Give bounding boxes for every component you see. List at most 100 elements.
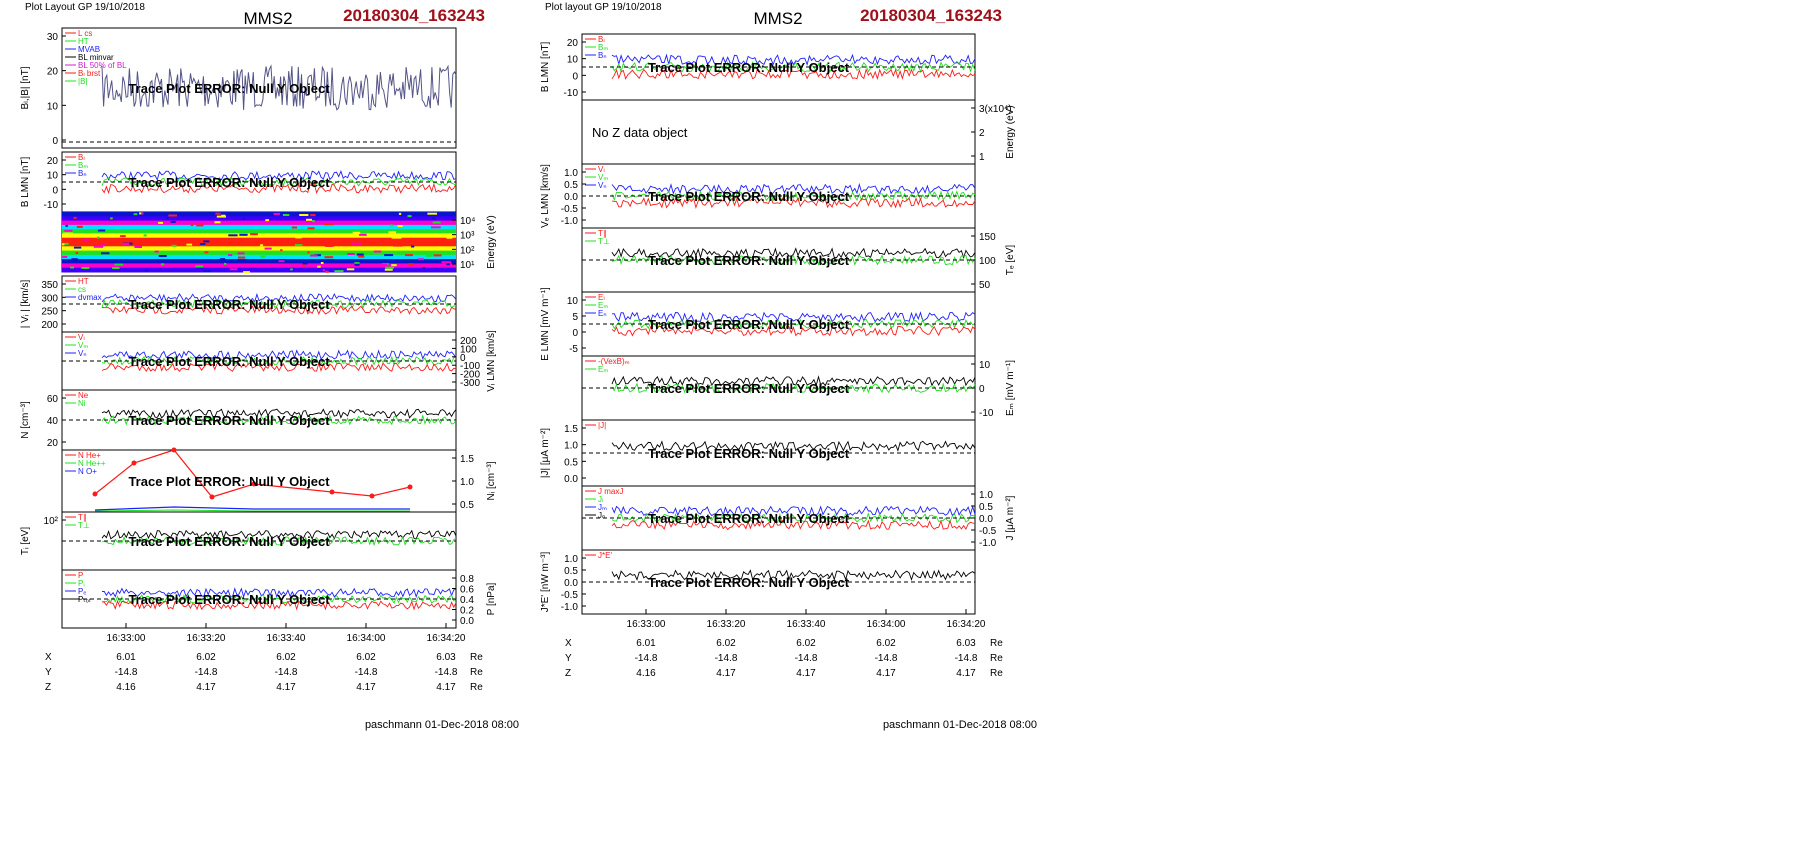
spectrogram-pixel (76, 225, 83, 228)
y-tick-label: -5 (569, 344, 578, 355)
spectrogram-pixel (106, 222, 111, 225)
right-panel-8: 1.00.50.0-0.5-1.0J [μA m⁻²]J maxJJₗJₘJₙ T… (581, 485, 1016, 551)
error-message: Trace Plot ERROR: Null Y Object (648, 511, 850, 526)
spectrogram-pixel (226, 260, 235, 263)
y-tick-label: 200 (41, 320, 58, 331)
spectrogram-pixel (73, 216, 77, 219)
spectrogram-pixel (302, 262, 308, 265)
error-message: Trace Plot ERROR: Null Y Object (128, 297, 330, 312)
y-tick-label: 1.0 (564, 554, 578, 565)
y-tick-label: -0.5 (979, 526, 997, 537)
spectrogram-pixel (325, 270, 329, 273)
spectrogram-pixel (70, 266, 75, 269)
position-value: -14.8 (795, 653, 818, 664)
spectrogram-pixel (135, 243, 138, 246)
spectrogram-pixel (114, 263, 124, 266)
y-tick-label: 0.0 (564, 192, 578, 203)
y-tick-label: 150 (979, 232, 996, 243)
y-tick-label: 1.0 (564, 441, 578, 452)
y-tick-label: 0 (52, 136, 58, 147)
spectrogram-pixel (417, 258, 424, 261)
spectrogram-pixel (405, 254, 413, 257)
layout-label: Plot Layout GP 19/10/2018 (25, 2, 145, 13)
spectrogram-pixel (425, 254, 433, 257)
left-panel-9: 0.80.60.40.20.0P [nPa]PPᵢPₑPₜₒₜ Trace Plo… (61, 569, 497, 629)
y-tick-label: 5 (572, 312, 578, 323)
y-tick-label: 0.0 (564, 474, 578, 485)
spectrogram-pixel (251, 238, 260, 241)
spectrogram-pixel (347, 253, 355, 255)
spectrogram-pixel (75, 251, 79, 254)
legend-entry: |J| (598, 421, 606, 430)
spectrogram-pixel (407, 215, 412, 218)
spectrogram-pixel (227, 254, 233, 257)
spectrogram-pixel (354, 263, 360, 266)
spectrogram-pixel (143, 234, 147, 237)
trace-O+ (94, 506, 410, 511)
left-panel-2: 20100-10B LMN [nT] BₗBₘBₙTrace Plot ERROR… (20, 151, 457, 213)
spectrogram-pixel (446, 263, 450, 266)
spectrogram-pixel (427, 212, 437, 215)
error-message: Trace Plot ERROR: Null Y Object (648, 446, 850, 461)
footer-author: paschmann 01-Dec-2018 08:00 (883, 719, 1037, 731)
spectrogram-band (62, 254, 456, 260)
spectrogram-pixel (122, 242, 130, 245)
y-axis-label: N [cm⁻³] (20, 401, 31, 439)
spectrogram-pixel (242, 218, 245, 220)
y-tick-label: 10 (47, 101, 59, 112)
marker-He++ (92, 491, 98, 497)
no-z-message: No Z data object (592, 125, 688, 140)
event-id: 20180304_163243 (343, 6, 485, 25)
y-tick-label: 30 (47, 32, 59, 43)
y-tick-label: -10 (44, 200, 59, 211)
spectrogram-pixel (186, 243, 193, 246)
spectrogram-pixel (243, 271, 250, 274)
y-tick-label: 2 (979, 128, 985, 139)
y-tick-label: 0.8 (460, 574, 474, 585)
spectrogram-pixel (260, 255, 266, 258)
legend-entry: J*E' (598, 551, 612, 560)
left-panel-7: 1.51.00.5Nᵢ [cm⁻³]N He+N He++N O+Trace P… (61, 447, 497, 513)
spectrogram-pixel (63, 232, 73, 235)
spectrogram-pixel (204, 251, 209, 254)
error-message: Trace Plot ERROR: Null Y Object (128, 474, 330, 489)
y-tick-label: -1.0 (561, 602, 579, 613)
error-message: Trace Plot ERROR: Null Y Object (648, 381, 850, 396)
spectrogram-pixel (234, 230, 240, 233)
left-panel-4: 350300250200| Vᵢ | [km/s] HTcsdvmax Trace … (20, 275, 457, 333)
spectrogram-pixel (446, 236, 453, 239)
position-value: -14.8 (635, 653, 658, 664)
spectrogram-pixel (265, 219, 270, 222)
spectrogram-band (62, 250, 456, 256)
y-axis-label: | Vᵢ | [km/s] (20, 280, 31, 329)
legend-entry: dvmax (78, 293, 102, 302)
spectrogram-pixel (307, 227, 315, 230)
legend-entry: N O+ (78, 467, 97, 476)
y-tick-label: 0.5 (564, 457, 578, 468)
right-panel-3: 1.00.50.0-0.5-1.0Vₑ LMN [km/s] VₗVₘVₙTrac… (540, 163, 976, 229)
left-panel-3: 10⁴ 10³ 10² 10¹ Energy (eV) (61, 211, 497, 274)
y-tick-label: 10 (979, 360, 991, 371)
layout-label: Plot layout GP 19/10/2018 (545, 2, 662, 13)
legend-entry: Bₙ (78, 169, 87, 178)
position-row-label: Z (45, 682, 51, 693)
spectrogram-pixel (432, 221, 441, 224)
spectrogram-pixel (220, 258, 225, 261)
position-value: -14.8 (715, 653, 738, 664)
spectrogram-pixel (264, 247, 272, 250)
spectrogram-pixel (393, 244, 403, 247)
y-axis-label: |J| [μA m⁻²] (540, 428, 551, 478)
error-message: Trace Plot ERROR: Null Y Object (128, 354, 330, 369)
marker-He++ (209, 494, 215, 500)
error-message: Trace Plot ERROR: Null Y Object (128, 175, 330, 190)
error-message: Trace Plot ERROR: Null Y Object (648, 60, 850, 75)
x-tick-label: 16:34:00 (867, 619, 906, 630)
position-unit: Re (990, 653, 1003, 664)
error-message: Trace Plot ERROR: Null Y Object (648, 317, 850, 332)
spectrogram-pixel (320, 262, 324, 264)
spectrogram-pixel (228, 234, 238, 237)
error-message: Trace Plot ERROR: Null Y Object (128, 413, 330, 428)
spectrogram-pixel (391, 236, 402, 239)
spectrogram-pixel (71, 258, 78, 261)
footer-author: paschmann 01-Dec-2018 08:00 (365, 719, 519, 731)
